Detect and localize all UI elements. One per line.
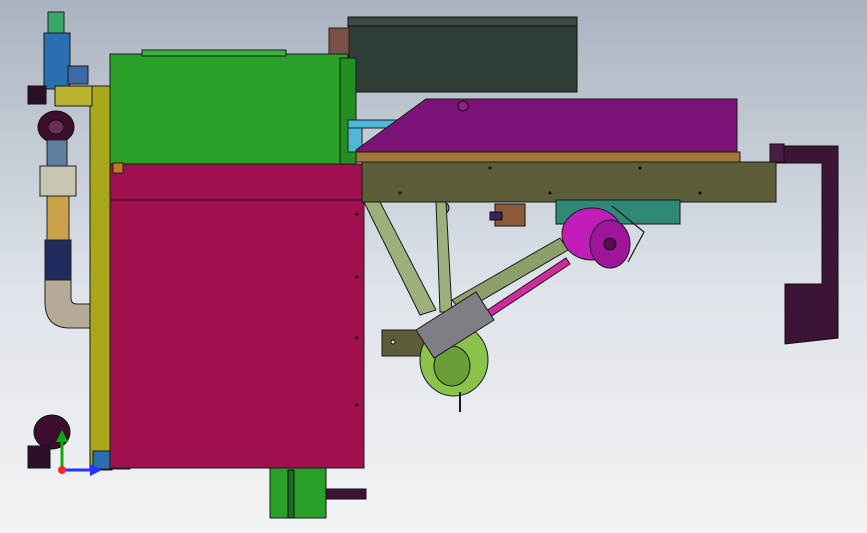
upper-flange-inner [47, 119, 65, 135]
bottom-connector [325, 488, 367, 500]
left-mount-top [27, 85, 47, 105]
olive-bed[interactable] [361, 161, 777, 203]
yellow-bracket-top [54, 85, 93, 107]
small-actuator-cap [489, 211, 503, 221]
body-bolt-4 [355, 403, 359, 407]
top-dark-box-lip [347, 16, 578, 27]
motor-shaft [603, 237, 617, 251]
lower-flange[interactable] [33, 414, 71, 450]
machine-assembly-drawing[interactable] [0, 0, 867, 533]
frame-strut-left [363, 201, 437, 316]
top-dark-box[interactable] [347, 16, 578, 93]
body-bolt-1 [355, 212, 359, 216]
pipe-segment-navy-top [46, 139, 68, 167]
bed-bolt-4 [638, 166, 642, 170]
chute-bracket [769, 143, 785, 163]
crimson-main-body[interactable] [109, 163, 365, 469]
body-bolt-2 [355, 275, 359, 279]
valve-nut [67, 65, 89, 85]
blue-valve[interactable] [43, 32, 71, 90]
bed-bolt-1 [398, 191, 402, 195]
bed-bolt-2 [488, 166, 492, 170]
lower-fitting [27, 445, 51, 469]
cad-viewport[interactable] [0, 0, 867, 533]
bottom-green-block[interactable] [269, 467, 327, 519]
bed-bolt-5 [698, 191, 702, 195]
cover-strip [355, 151, 741, 163]
yellow-column[interactable] [89, 85, 113, 471]
pipe-elbow [44, 279, 93, 329]
discharge-chute[interactable] [775, 145, 839, 345]
pipe-segment-gold [46, 195, 70, 241]
body-bolt-3 [355, 336, 359, 340]
frame-foot-bolt [390, 339, 396, 345]
top-fitting [47, 11, 65, 35]
green-cabinet-cap [141, 49, 287, 57]
body-tab [112, 162, 124, 174]
magenta-cover[interactable] [355, 98, 738, 153]
pipe-coupling[interactable] [39, 165, 77, 197]
bed-bolt-3 [548, 191, 552, 195]
bottom-dark-strip [287, 469, 295, 519]
cover-knob[interactable] [457, 100, 469, 112]
pipe-segment-navy [44, 239, 72, 281]
frame-strut-center [435, 201, 453, 313]
green-cabinet[interactable] [109, 53, 349, 165]
